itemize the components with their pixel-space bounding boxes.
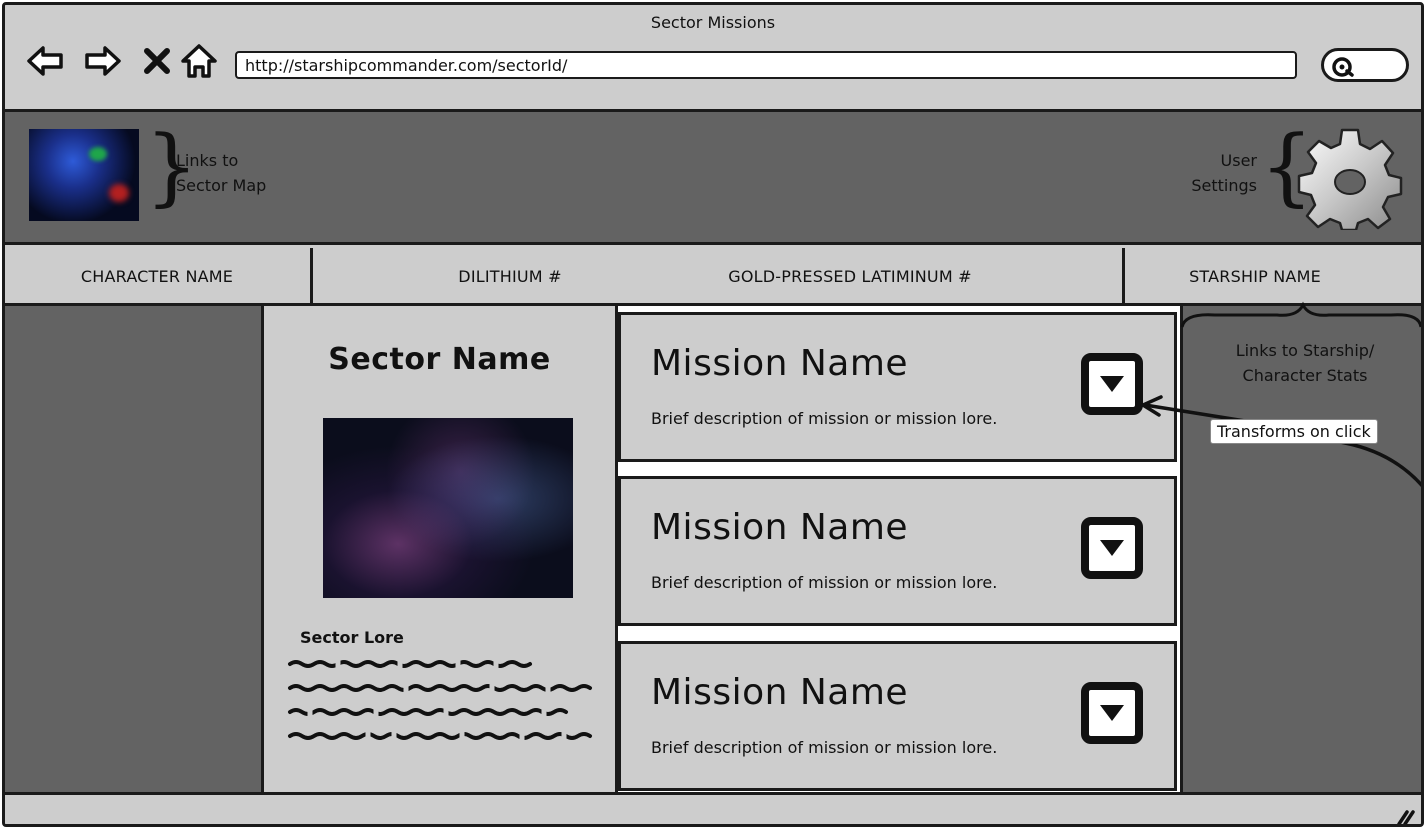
- mission-description: Brief description of mission or mission …: [651, 573, 998, 592]
- back-arrow-icon[interactable]: [25, 41, 65, 81]
- sector-image: [323, 418, 573, 598]
- gear-icon[interactable]: [1297, 124, 1403, 230]
- mission-card[interactable]: Mission Name Brief description of missio…: [618, 476, 1177, 626]
- window-title: Sector Missions: [650, 13, 776, 32]
- expand-mission-button[interactable]: [1081, 682, 1143, 744]
- search-icon: [1332, 57, 1354, 77]
- sector-lore-title: Sector Lore: [300, 628, 404, 647]
- map-note: Links to Sector Map: [176, 151, 267, 195]
- stat-divider: [310, 248, 313, 306]
- browser-chrome: Sector Missions: [5, 5, 1421, 112]
- transform-note: Transforms on click: [1210, 419, 1378, 444]
- mission-list: Mission Name Brief description of missio…: [618, 306, 1180, 792]
- expand-mission-button[interactable]: [1081, 353, 1143, 415]
- mission-name: Mission Name: [651, 507, 909, 548]
- mission-card[interactable]: Mission Name Brief description of missio…: [618, 641, 1177, 791]
- forward-arrow-icon[interactable]: [83, 41, 123, 81]
- mission-description: Brief description of mission or mission …: [651, 738, 998, 757]
- left-sidebar: [5, 306, 261, 792]
- browser-window: Sector Missions } Links to Sector Map Us…: [2, 2, 1424, 827]
- site-header: } Links to Sector Map User Settings {: [5, 112, 1421, 245]
- close-icon[interactable]: [137, 41, 177, 81]
- url-input[interactable]: [235, 51, 1297, 79]
- mission-card[interactable]: Mission Name Brief description of missio…: [618, 312, 1177, 462]
- settings-note: User Settings: [1191, 151, 1257, 195]
- dilithium-stat[interactable]: DILITHIUM #: [385, 248, 635, 306]
- stats-links-note: Links to Starship/ Character Stats: [1235, 341, 1375, 385]
- status-bar: [5, 792, 1421, 826]
- sector-lore-placeholder-text: [288, 658, 592, 742]
- mission-name: Mission Name: [651, 343, 909, 384]
- mission-name: Mission Name: [651, 672, 909, 713]
- main-content: Sector Name Sector Lore Mission Name Bri…: [5, 306, 1421, 792]
- character-name-stat[interactable]: CHARACTER NAME: [5, 248, 309, 306]
- expand-mission-button[interactable]: [1081, 517, 1143, 579]
- sector-card: Sector Name Sector Lore: [261, 306, 618, 792]
- latinum-stat[interactable]: GOLD-PRESSED LATIMINUM #: [655, 248, 1045, 306]
- home-icon[interactable]: [179, 41, 219, 81]
- starship-name-stat[interactable]: STARSHIP NAME: [1125, 248, 1385, 306]
- search-button[interactable]: [1321, 48, 1409, 82]
- mission-description: Brief description of mission or mission …: [651, 409, 998, 428]
- right-sidebar: Links to Starship/ Character Stats: [1180, 306, 1421, 792]
- character-stats-bar: CHARACTER NAME DILITHIUM # GOLD-PRESSED …: [5, 248, 1421, 306]
- sector-title: Sector Name: [328, 342, 551, 377]
- sector-map-image[interactable]: [29, 129, 139, 221]
- resize-grip-icon[interactable]: [1395, 806, 1415, 826]
